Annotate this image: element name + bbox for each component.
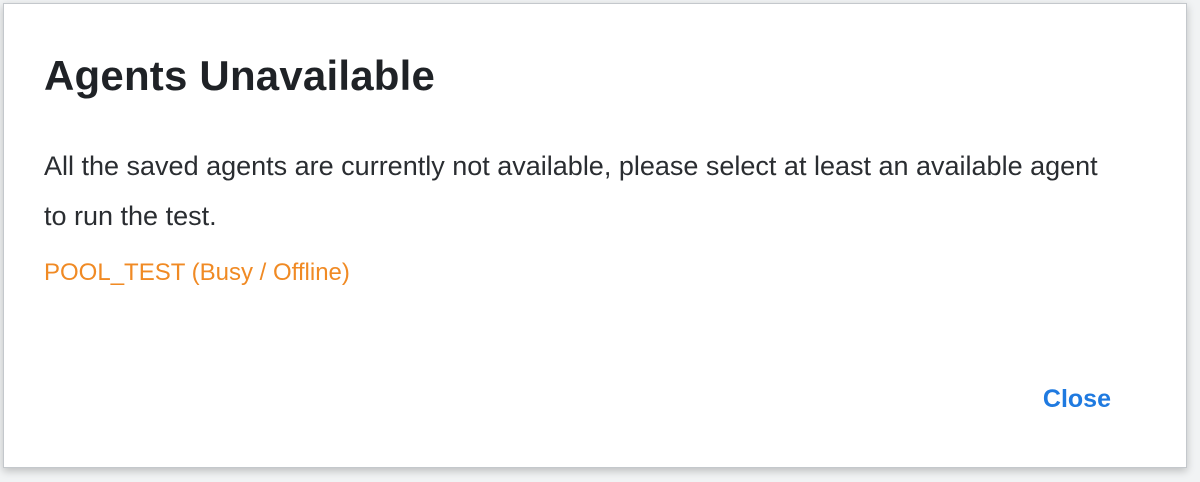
agent-status-warning: POOL_TEST (Busy / Offline) (44, 259, 350, 286)
close-button[interactable]: Close (1043, 378, 1111, 420)
dialog-title: Agents Unavailable (44, 52, 436, 99)
modal-backdrop: Agents Unavailable All the saved agents … (0, 0, 1200, 482)
agents-unavailable-dialog: Agents Unavailable All the saved agents … (3, 3, 1187, 468)
dialog-message: All the saved agents are currently not a… (44, 151, 1098, 231)
